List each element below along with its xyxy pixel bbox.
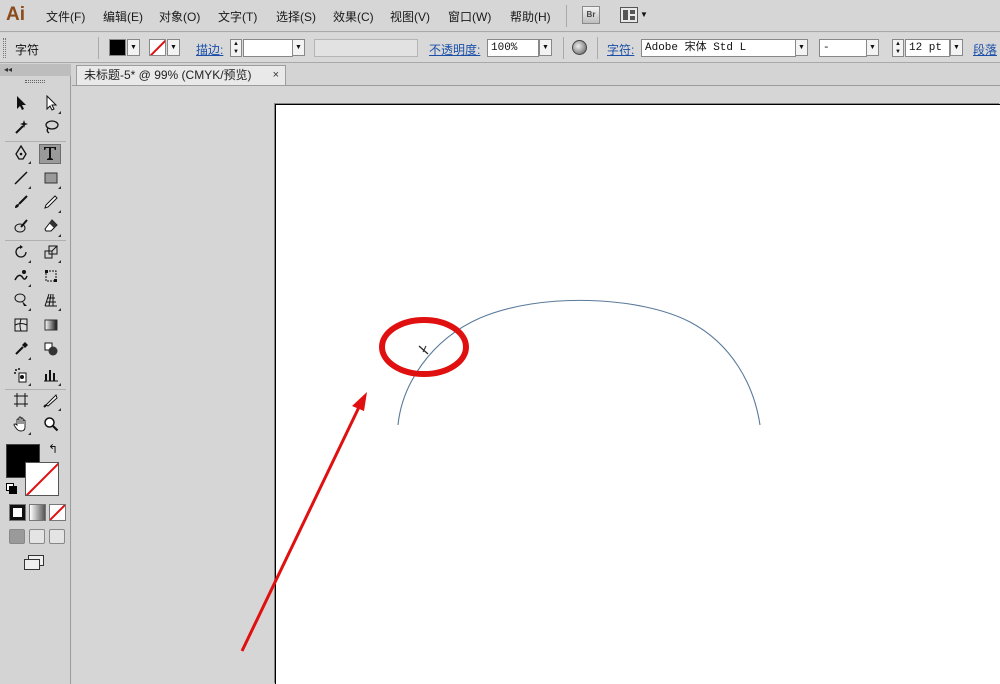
scale-icon[interactable]: [40, 244, 62, 264]
tool-separator: [5, 141, 66, 142]
menu-effect[interactable]: 效果(C): [333, 8, 374, 25]
warp-icon[interactable]: [10, 268, 32, 288]
magic-wand-icon[interactable]: [10, 119, 32, 139]
rotate-icon[interactable]: [10, 244, 32, 264]
selection-icon[interactable]: [10, 95, 32, 115]
zoom-icon[interactable]: [40, 416, 62, 436]
document-tab[interactable]: 未标题-5* @ 99% (CMYK/预览) ×: [76, 65, 286, 85]
workspace-layout-icon[interactable]: [620, 7, 638, 23]
menu-type[interactable]: 文字(T): [218, 8, 257, 25]
document-tab-title: 未标题-5* @ 99% (CMYK/预览): [84, 68, 252, 82]
blob-brush-icon[interactable]: [10, 218, 32, 238]
control-separator: [563, 37, 564, 59]
recolor-artwork-icon[interactable]: [572, 40, 587, 55]
none-mode-icon[interactable]: [49, 504, 66, 521]
opacity-label[interactable]: 不透明度:: [429, 41, 480, 58]
stroke-color-swatch[interactable]: [149, 39, 166, 56]
free-transform-icon[interactable]: [40, 268, 62, 288]
paragraph-label[interactable]: 段落: [973, 41, 997, 58]
tool-separator: [5, 389, 66, 390]
mesh-icon[interactable]: [10, 317, 32, 337]
hand-icon[interactable]: [10, 416, 32, 436]
menu-window[interactable]: 窗口(W): [448, 8, 491, 25]
menu-object[interactable]: 对象(O): [159, 8, 200, 25]
pen-icon[interactable]: [10, 144, 32, 165]
fill-dropdown-arrow[interactable]: ▼: [127, 39, 140, 56]
direct-selection-icon[interactable]: [40, 94, 62, 115]
draw-behind-icon[interactable]: [29, 529, 45, 544]
menu-file[interactable]: 文件(F): [46, 8, 85, 25]
context-label: 字符: [15, 43, 40, 57]
color-mode-icon[interactable]: [9, 504, 26, 521]
control-separator: [98, 37, 99, 59]
bridge-button[interactable]: Br: [582, 6, 600, 24]
tools-panel-grip[interactable]: [25, 80, 45, 83]
menu-select[interactable]: 选择(S): [276, 8, 316, 25]
menu-view[interactable]: 视图(V): [390, 8, 430, 25]
font-size-spinner[interactable]: ▲ ▼: [892, 39, 904, 57]
close-icon[interactable]: ×: [273, 66, 279, 85]
eyedropper-icon[interactable]: [10, 341, 32, 361]
artboard[interactable]: [275, 104, 1000, 684]
paintbrush-icon[interactable]: [10, 194, 32, 214]
variable-width-field: [314, 39, 418, 57]
draw-normal-icon[interactable]: [9, 529, 25, 544]
menu-edit[interactable]: 编辑(E): [103, 8, 143, 25]
draw-inside-icon[interactable]: [49, 529, 65, 544]
type-icon[interactable]: [39, 144, 61, 164]
blend-icon[interactable]: [40, 341, 62, 361]
font-family-dropdown[interactable]: ▼: [795, 39, 808, 56]
line-segment-icon[interactable]: [10, 170, 32, 190]
stroke-spinner[interactable]: ▲ ▼: [230, 39, 242, 57]
default-fill-stroke-icon[interactable]: [6, 483, 17, 494]
control-bar: 字符 ▼ ▼ 描边: ▲ ▼ ▼ 不透明度: 100% ▼ 字符: Adobe 宋…: [0, 33, 1000, 63]
column-graph-icon[interactable]: [40, 367, 62, 387]
symbol-sprayer-icon[interactable]: [10, 367, 32, 387]
pencil-icon[interactable]: [40, 194, 62, 214]
menu-separator: [566, 5, 567, 27]
character-label[interactable]: 字符:: [607, 41, 634, 58]
shape-builder-icon[interactable]: [10, 292, 32, 312]
opacity-dropdown[interactable]: ▼: [539, 39, 552, 56]
gradient-icon[interactable]: [40, 317, 62, 337]
perspective-grid-icon[interactable]: [40, 292, 62, 312]
rectangle-icon[interactable]: [40, 170, 62, 190]
control-bar-grip[interactable]: [3, 38, 6, 58]
stroke-weight-dropdown[interactable]: ▼: [292, 39, 305, 56]
fill-color-swatch[interactable]: [109, 39, 126, 56]
lasso-icon[interactable]: [40, 119, 62, 139]
menu-help[interactable]: 帮助(H): [510, 8, 551, 25]
tools-panel-collapse-button[interactable]: ◂◂: [0, 64, 71, 76]
gradient-mode-icon[interactable]: [29, 504, 46, 521]
control-separator: [597, 37, 598, 59]
stroke-dropdown-arrow[interactable]: ▼: [167, 39, 180, 56]
chevron-down-icon[interactable]: ▼: [640, 10, 648, 19]
screen-mode-icon[interactable]: [24, 555, 44, 570]
slice-icon[interactable]: [40, 392, 62, 412]
stroke-color-box[interactable]: [25, 462, 59, 496]
font-size-field[interactable]: 12 pt: [905, 39, 950, 57]
font-style-field[interactable]: -: [819, 39, 867, 57]
opacity-field[interactable]: 100%: [487, 39, 539, 57]
font-size-dropdown[interactable]: ▼: [950, 39, 963, 56]
app-logo: Ai: [6, 4, 25, 25]
artboard-icon[interactable]: [10, 392, 32, 412]
tool-separator: [5, 240, 66, 241]
eraser-icon[interactable]: [40, 218, 62, 238]
stroke-weight-field[interactable]: [243, 39, 293, 57]
font-style-dropdown[interactable]: ▼: [866, 39, 879, 56]
swap-fill-stroke-icon[interactable]: ↰: [48, 442, 58, 456]
font-family-field[interactable]: Adobe 宋体 Std L: [641, 39, 796, 57]
stroke-weight-label[interactable]: 描边:: [196, 41, 223, 58]
menu-bar: Ai 文件(F) 编辑(E) 对象(O) 文字(T) 选择(S) 效果(C) 视…: [0, 0, 1000, 32]
